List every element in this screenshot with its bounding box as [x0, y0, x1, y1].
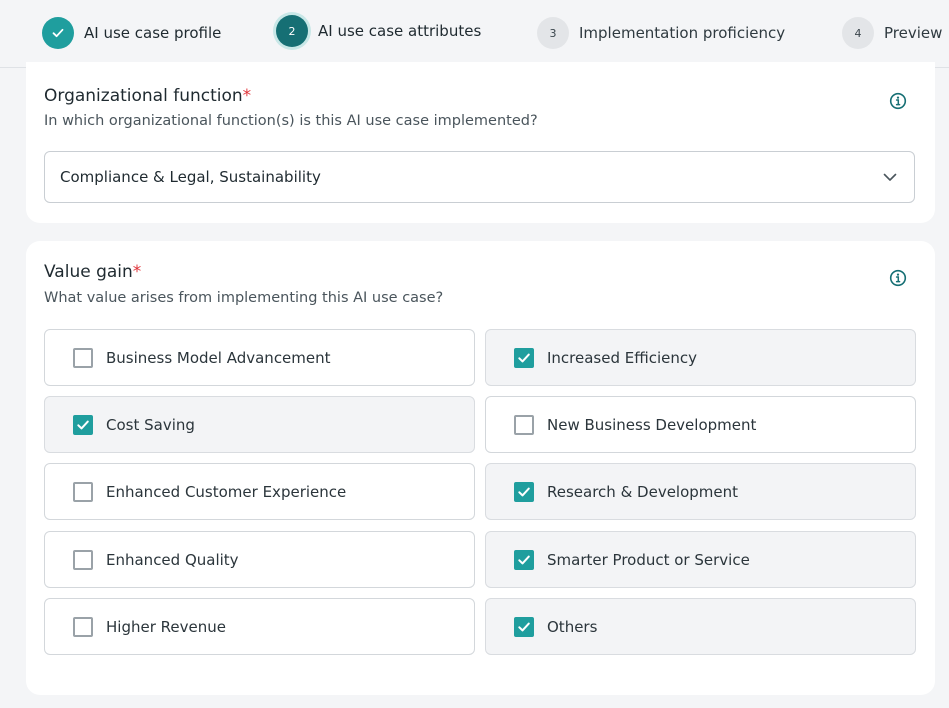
progress-stepper: AI use case profile 2 AI use case attrib… — [0, 0, 949, 68]
section-subtitle: What value arises from implementing this… — [44, 290, 444, 306]
step-label: Implementation proficiency — [579, 24, 786, 42]
step-complete-check-icon — [42, 17, 74, 49]
check-icon — [77, 420, 89, 429]
step-ai-use-case-profile[interactable]: AI use case profile — [42, 17, 221, 49]
option-label: New Business Development — [547, 415, 757, 434]
value-gain-option-enhanced-quality[interactable]: Enhanced Quality — [44, 531, 475, 588]
section-title-text: Organizational function — [44, 86, 243, 106]
checkbox[interactable] — [73, 549, 93, 570]
value-gain-option-enhanced-customer-experience[interactable]: Enhanced Customer Experience — [44, 463, 475, 520]
step-number: 3 — [537, 17, 569, 49]
check-icon — [518, 622, 530, 631]
value-gain-option-higher-revenue[interactable]: Higher Revenue — [44, 598, 475, 655]
checkbox[interactable] — [73, 616, 93, 637]
checkbox[interactable] — [73, 414, 93, 435]
step-ai-use-case-attributes[interactable]: 2 AI use case attributes — [276, 15, 481, 47]
chevron-down-icon — [883, 173, 897, 181]
option-label: Increased Efficiency — [547, 348, 698, 367]
section-subtitle: In which organizational function(s) is t… — [44, 113, 538, 129]
option-label: Smarter Product or Service — [547, 550, 750, 569]
step-preview[interactable]: 4 Preview — [842, 17, 942, 49]
option-label: Others — [547, 617, 598, 636]
section-title: Organizational function* — [44, 86, 251, 106]
check-icon — [518, 555, 530, 564]
step-label: AI use case profile — [84, 24, 222, 42]
option-label: Enhanced Customer Experience — [106, 482, 347, 501]
step-number: 4 — [842, 17, 874, 49]
option-label: Enhanced Quality — [106, 550, 239, 569]
info-icon[interactable] — [889, 269, 907, 287]
step-label: Preview — [884, 24, 943, 42]
organizational-function-select[interactable]: Compliance & Legal, Sustainability — [44, 151, 915, 203]
value-gain-option-business-model-advancement[interactable]: Business Model Advancement — [44, 329, 475, 386]
checkbox[interactable] — [73, 481, 93, 502]
checkbox[interactable] — [514, 549, 534, 570]
step-label: AI use case attributes — [318, 22, 482, 40]
info-icon[interactable] — [889, 92, 907, 110]
required-marker: * — [242, 86, 252, 106]
checkbox[interactable] — [73, 347, 93, 368]
checkbox[interactable] — [514, 414, 534, 435]
organizational-function-card: Organizational function* In which organi… — [26, 62, 935, 223]
value-gain-option-smarter-product-or-service[interactable]: Smarter Product or Service — [485, 531, 916, 588]
step-number: 2 — [276, 15, 308, 47]
step-implementation-proficiency[interactable]: 3 Implementation proficiency — [537, 17, 785, 49]
value-gain-card: Value gain* What value arises from imple… — [26, 241, 935, 695]
check-icon — [518, 353, 530, 362]
checkbox[interactable] — [514, 347, 534, 368]
select-value: Compliance & Legal, Sustainability — [60, 168, 321, 186]
checkbox[interactable] — [514, 616, 534, 637]
checkbox[interactable] — [514, 481, 534, 502]
option-label: Higher Revenue — [106, 617, 226, 636]
option-label: Cost Saving — [106, 415, 195, 434]
value-gain-option-research-development[interactable]: Research & Development — [485, 463, 916, 520]
section-title: Value gain* — [44, 262, 141, 282]
check-icon — [518, 487, 530, 496]
required-marker: * — [132, 262, 142, 282]
value-gain-option-increased-efficiency[interactable]: Increased Efficiency — [485, 329, 916, 386]
value-gain-option-others[interactable]: Others — [485, 598, 916, 655]
value-gain-option-cost-saving[interactable]: Cost Saving — [44, 396, 475, 453]
section-title-text: Value gain — [44, 262, 133, 282]
option-label: Research & Development — [547, 482, 739, 501]
option-label: Business Model Advancement — [106, 348, 331, 367]
value-gain-option-new-business-development[interactable]: New Business Development — [485, 396, 916, 453]
